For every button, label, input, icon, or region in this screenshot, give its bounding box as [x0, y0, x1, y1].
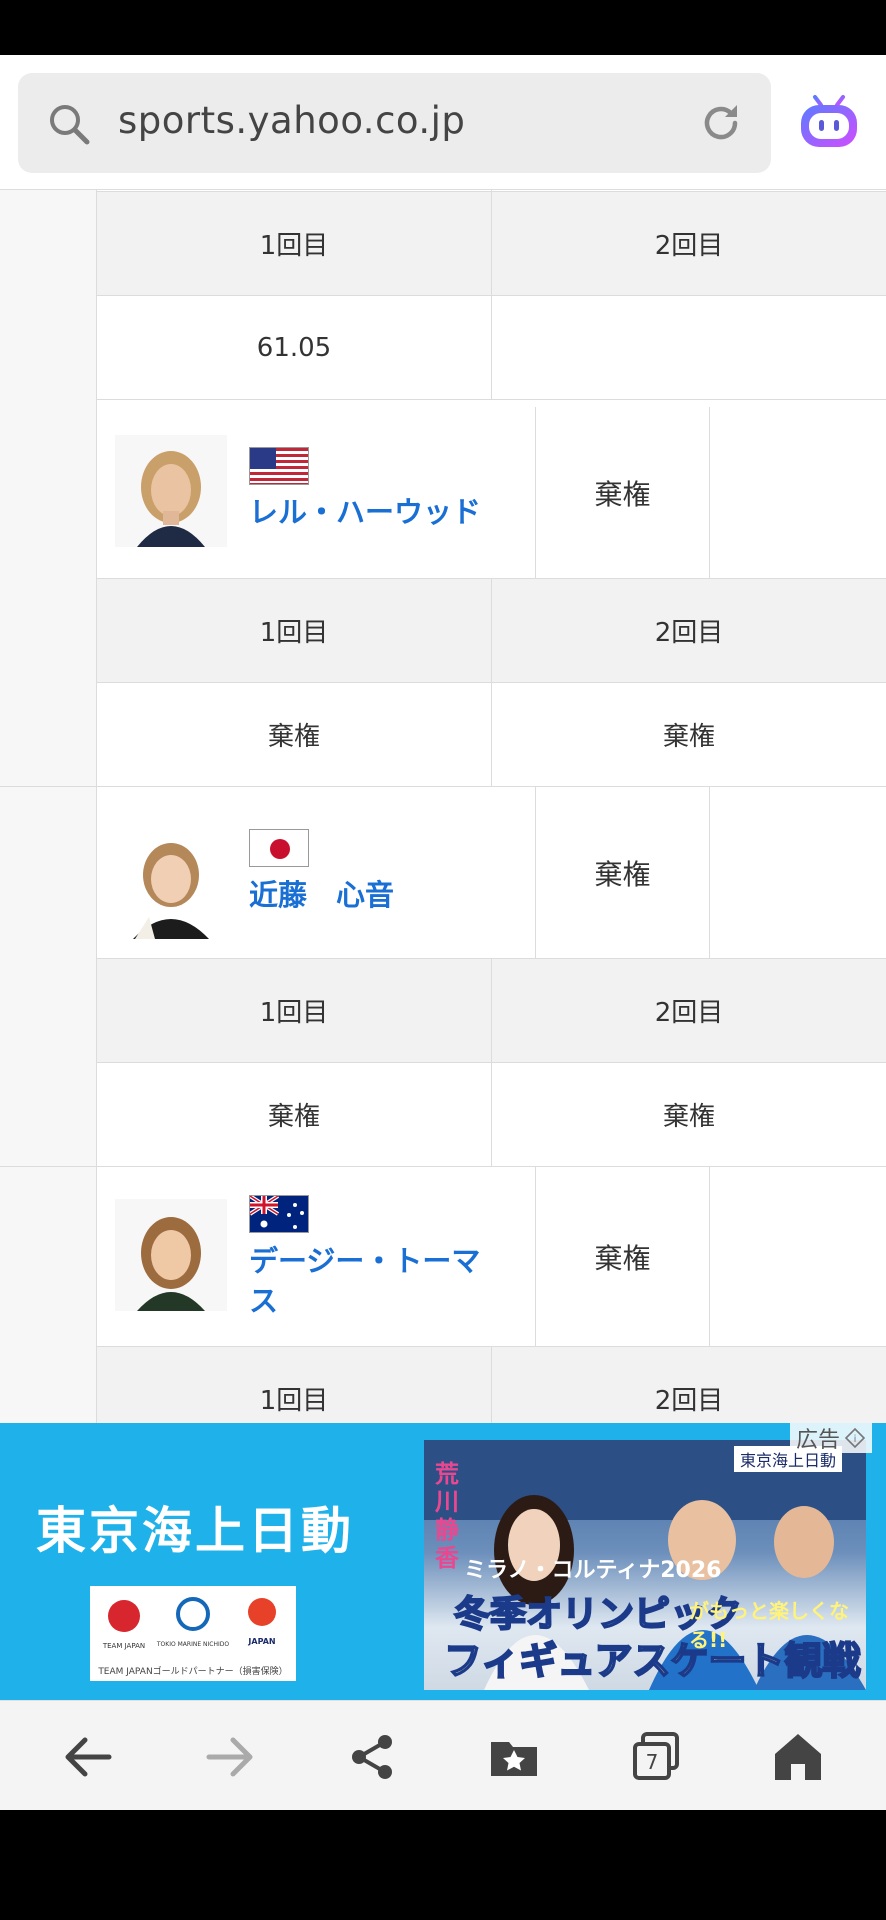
svg-text:TOKIO MARINE NICHIDO: TOKIO MARINE NICHIDO [156, 1641, 229, 1648]
player-name-link[interactable]: デージー・トーマス [249, 1241, 499, 1321]
flag-japan-icon [249, 829, 309, 867]
ad-brand: 東京海上日動 [36, 1502, 354, 1560]
player-name-link[interactable]: 近藤 心音 [249, 875, 499, 915]
svg-text:JAPAN: JAPAN [247, 1637, 275, 1646]
bookmarks-icon[interactable] [484, 1727, 544, 1787]
ad-logo-caption: TEAM JAPANゴールドパートナー（損害保険） [98, 1667, 288, 1677]
search-icon [50, 105, 90, 145]
player-row[interactable]: 近藤 心音 棄権 [97, 787, 886, 959]
round2-score: 棄権 [662, 1102, 715, 1132]
player-photo [115, 1199, 227, 1311]
player-status: 棄権 [535, 407, 710, 578]
status-bar [0, 0, 886, 55]
back-icon[interactable] [58, 1727, 118, 1787]
ad-person-name: 荒川静香 [435, 1460, 459, 1572]
browser-toolbar: sports.yahoo.co.jp [0, 55, 886, 190]
tab-count: 7 [646, 1750, 659, 1774]
round1-score: 棄権 [97, 683, 492, 786]
rank-column [0, 787, 97, 1167]
round1-label: 1回目 [97, 959, 492, 1062]
ad-subtitle: ミラノ・コルティナ2026 [464, 1558, 722, 1583]
ad-headline-sub: フィギュアスケート観戦術 [443, 1638, 861, 1684]
player-status: 棄権 [535, 1167, 710, 1346]
address-bar[interactable]: sports.yahoo.co.jp [18, 73, 771, 173]
round-score-row: 棄権 棄権 [97, 1063, 886, 1167]
player-name-link[interactable]: レル・ハーウッド [249, 492, 499, 532]
svg-text:TEAM JAPAN: TEAM JAPAN [102, 1642, 145, 1650]
url-text[interactable]: sports.yahoo.co.jp [118, 99, 465, 142]
svg-text:i: i [854, 1434, 857, 1445]
ad-label[interactable]: 広告 i [790, 1423, 873, 1453]
round-header-row: 1回目 2回目 [97, 579, 886, 683]
ad-banner[interactable]: 東京海上日動 TEAM JAPAN TOKIO MARINE NICHIDO J… [0, 1423, 886, 1700]
round1-score: 棄権 [97, 1063, 492, 1166]
round1-score: 61.05 [97, 296, 492, 399]
ad-label-text: 広告 [796, 1428, 841, 1453]
flag-australia-icon [249, 1195, 309, 1233]
round-score-row: 棄権 棄権 [97, 683, 886, 787]
round-score-row: 61.05 [97, 296, 886, 400]
round2-label: 2回目 [654, 231, 724, 261]
tabs-icon[interactable]: 7 [626, 1727, 686, 1787]
round2-score [492, 296, 886, 399]
rank-column [0, 1167, 97, 1423]
assistant-icon[interactable] [797, 89, 861, 153]
bottom-navigation: 7 [0, 1700, 886, 1810]
flag-usa-icon [249, 447, 309, 485]
home-icon[interactable] [768, 1727, 828, 1787]
player-status: 棄権 [535, 787, 710, 958]
round-header-row: 1回目 2回目 [97, 192, 886, 296]
reload-icon[interactable] [697, 99, 745, 147]
results-table: 1回目 2回目 61.05 レル・ハーウッド 棄権 1回目 2回目 棄権 棄権 … [0, 190, 886, 1423]
share-icon[interactable] [342, 1727, 402, 1787]
player-photo [115, 827, 227, 939]
round1-label: 1回目 [97, 1347, 492, 1423]
round1-label: 1回目 [97, 579, 492, 682]
round1-label: 1回目 [97, 192, 492, 295]
ad-sponsor-logos: TEAM JAPAN TOKIO MARINE NICHIDO JAPAN TE… [90, 1586, 296, 1681]
ad-info-icon: i [844, 1427, 866, 1449]
forward-icon[interactable] [200, 1727, 260, 1787]
player-photo [115, 435, 227, 547]
ad-image: 荒川静香 ミラノ・コルティナ2026 冬季オリンピック がもっと楽しくなる!! … [424, 1440, 866, 1690]
round2-label: 2回目 [654, 618, 724, 648]
round2-label: 2回目 [654, 998, 724, 1028]
round-header-row: 1回目 2回目 [97, 959, 886, 1063]
round2-label: 2回目 [654, 1386, 724, 1416]
round2-score: 棄権 [662, 722, 715, 752]
player-row[interactable]: レル・ハーウッド 棄権 [97, 407, 886, 579]
system-nav-area [0, 1810, 886, 1920]
player-row[interactable]: デージー・トーマス 棄権 [97, 1167, 886, 1347]
rank-column [0, 407, 97, 787]
round-header-row: 1回目 2回目 [97, 1347, 886, 1423]
